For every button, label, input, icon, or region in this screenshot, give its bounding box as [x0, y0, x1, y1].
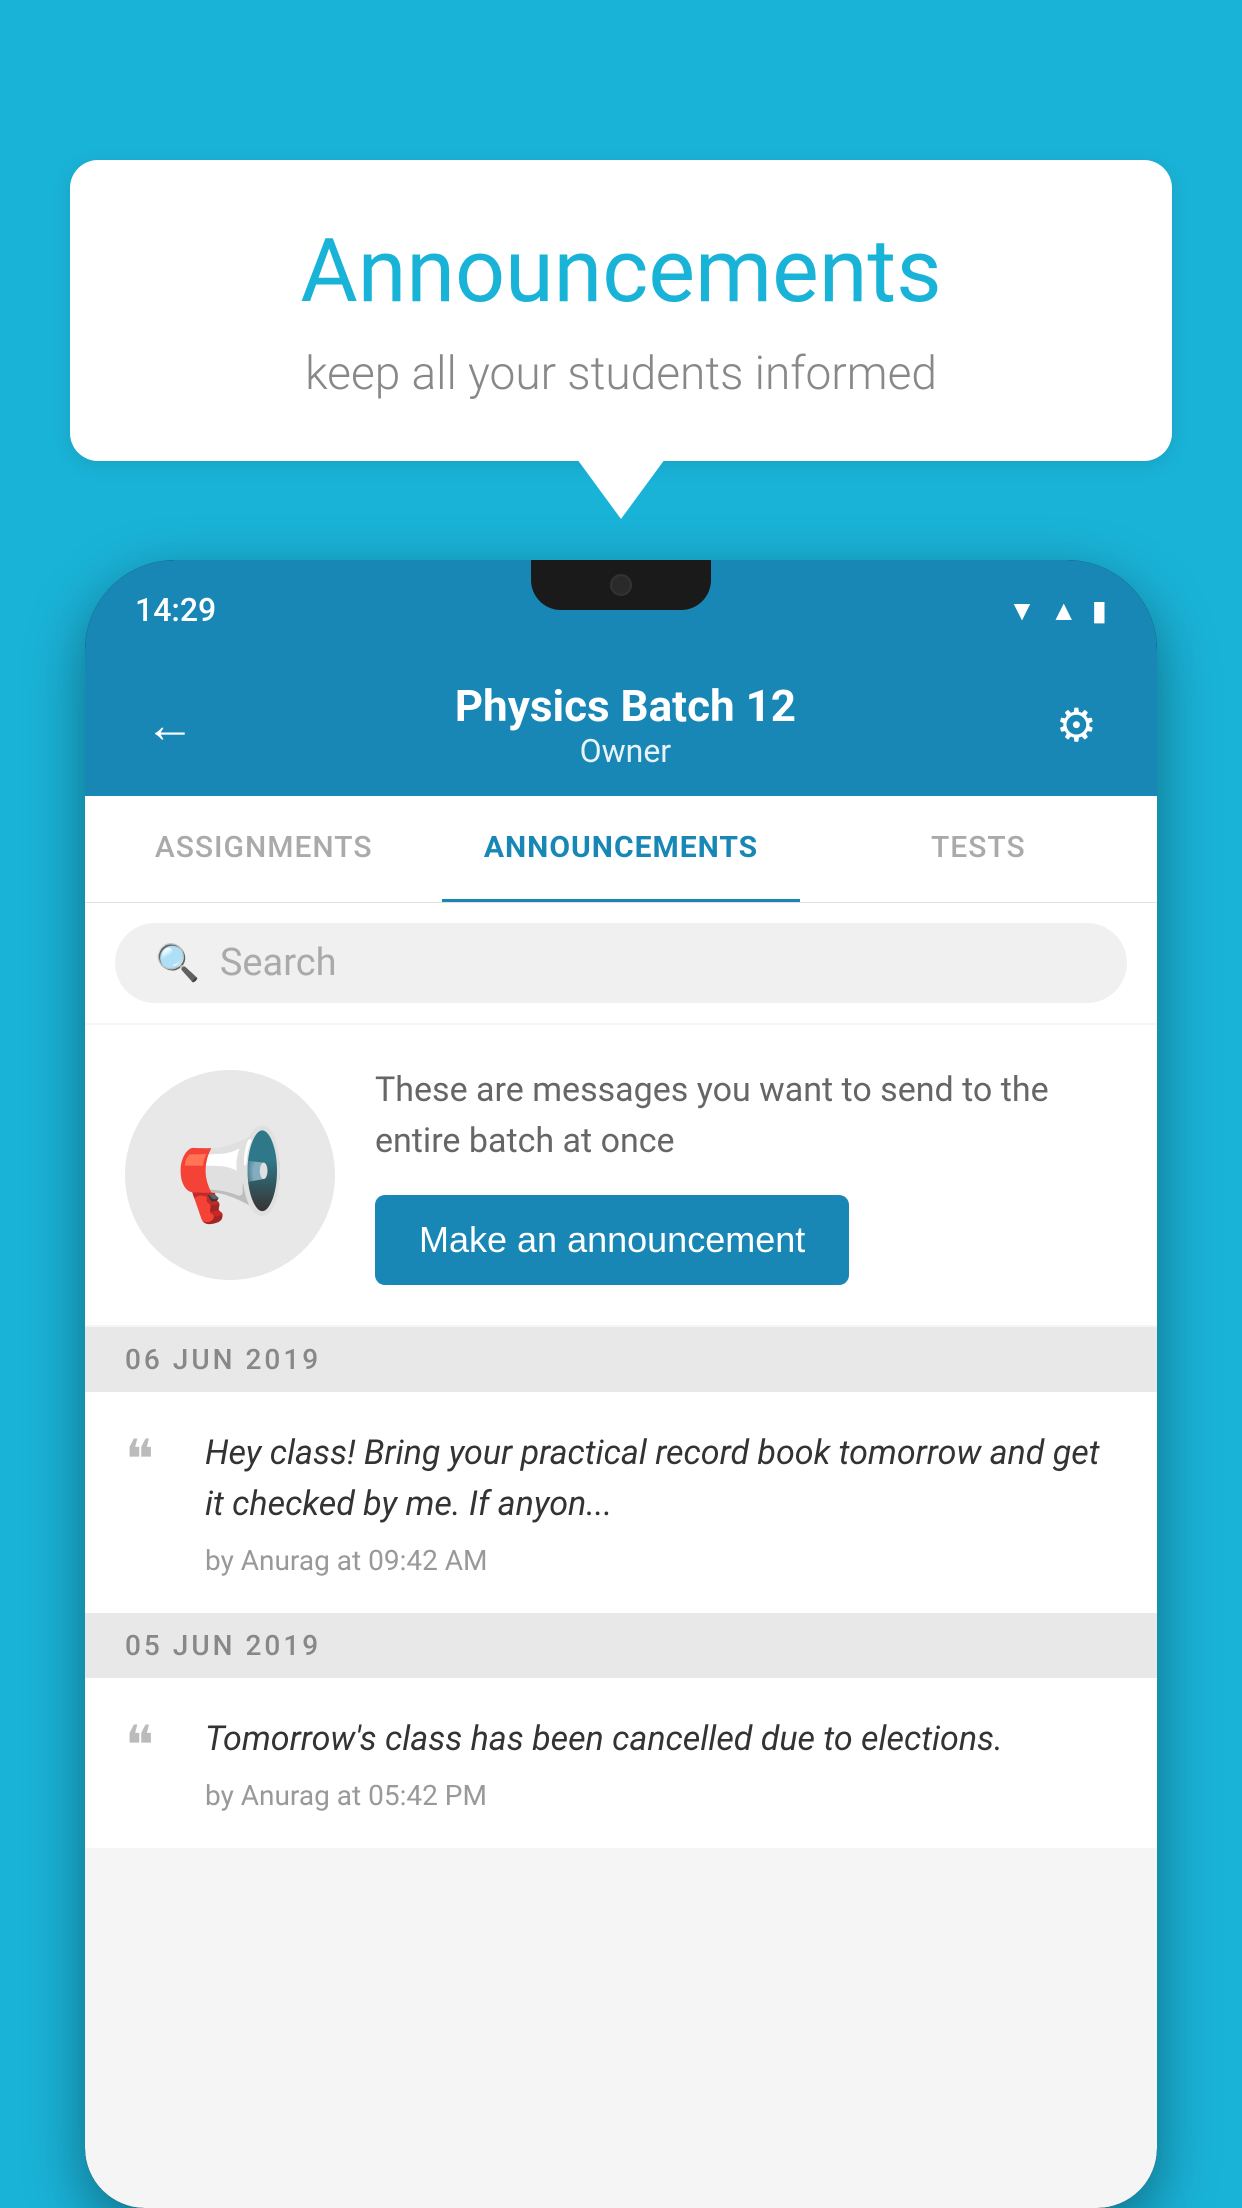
wifi-icon: ▼: [1008, 594, 1036, 627]
phone-inner: 14:29 ▼ ▲ ▮ ← Physics Batch 12 Owner ⚙ A…: [85, 560, 1157, 2208]
date-separator-2: 05 JUN 2019: [85, 1613, 1157, 1678]
date-text-1: 06 JUN 2019: [125, 1343, 321, 1376]
signal-icon: ▲: [1050, 594, 1078, 627]
batch-title: Physics Batch 12: [205, 680, 1046, 732]
promo-description: These are messages you want to send to t…: [375, 1065, 1117, 1167]
phone-frame: 14:29 ▼ ▲ ▮ ← Physics Batch 12 Owner ⚙ A…: [85, 560, 1157, 2208]
search-bar-container: 🔍 Search: [85, 903, 1157, 1023]
tab-announcements[interactable]: ANNOUNCEMENTS: [442, 796, 799, 902]
batch-subtitle: Owner: [205, 732, 1046, 770]
search-bar[interactable]: 🔍 Search: [115, 923, 1127, 1003]
header-title-section: Physics Batch 12 Owner: [205, 680, 1046, 770]
quote-icon-1: ❝: [125, 1434, 175, 1488]
make-announcement-button[interactable]: Make an announcement: [375, 1195, 849, 1285]
back-button[interactable]: ←: [135, 686, 205, 765]
app-header: ← Physics Batch 12 Owner ⚙: [85, 660, 1157, 796]
date-text-2: 05 JUN 2019: [125, 1629, 321, 1662]
tabs-bar: ASSIGNMENTS ANNOUNCEMENTS TESTS: [85, 796, 1157, 903]
bubble-subtitle: keep all your students informed: [150, 347, 1092, 401]
battery-icon: ▮: [1092, 594, 1107, 627]
promo-icon-circle: 📢: [125, 1070, 335, 1280]
bubble-title: Announcements: [150, 220, 1092, 323]
promo-text-section: These are messages you want to send to t…: [375, 1065, 1117, 1285]
megaphone-icon: 📢: [174, 1123, 286, 1228]
notch: [531, 560, 711, 610]
promo-card: 📢 These are messages you want to send to…: [85, 1025, 1157, 1325]
date-separator-1: 06 JUN 2019: [85, 1327, 1157, 1392]
status-icons: ▼ ▲ ▮: [1008, 594, 1107, 627]
announcement-meta-1: by Anurag at 09:42 AM: [205, 1544, 1117, 1577]
speech-bubble-tail: [577, 459, 665, 519]
content-area: 🔍 Search 📢 These are messages you want t…: [85, 903, 1157, 2208]
announcement-meta-2: by Anurag at 05:42 PM: [205, 1779, 1117, 1812]
announcement-item-2[interactable]: ❝ Tomorrow's class has been cancelled du…: [85, 1678, 1157, 1848]
camera: [610, 574, 632, 596]
speech-bubble-section: Announcements keep all your students inf…: [70, 160, 1172, 519]
status-bar: 14:29 ▼ ▲ ▮: [85, 560, 1157, 660]
announcement-text-1: Hey class! Bring your practical record b…: [205, 1428, 1117, 1530]
status-time: 14:29: [135, 591, 216, 629]
quote-icon-2: ❝: [125, 1720, 175, 1774]
announcement-text-2: Tomorrow's class has been cancelled due …: [205, 1714, 1117, 1765]
announcement-content-2: Tomorrow's class has been cancelled due …: [205, 1714, 1117, 1812]
search-placeholder: Search: [220, 941, 337, 985]
tab-assignments[interactable]: ASSIGNMENTS: [85, 796, 442, 902]
announcement-item-1[interactable]: ❝ Hey class! Bring your practical record…: [85, 1392, 1157, 1613]
settings-button[interactable]: ⚙: [1046, 688, 1107, 763]
speech-bubble: Announcements keep all your students inf…: [70, 160, 1172, 461]
search-icon: 🔍: [155, 942, 200, 984]
announcement-content-1: Hey class! Bring your practical record b…: [205, 1428, 1117, 1577]
tab-tests[interactable]: TESTS: [800, 796, 1157, 902]
